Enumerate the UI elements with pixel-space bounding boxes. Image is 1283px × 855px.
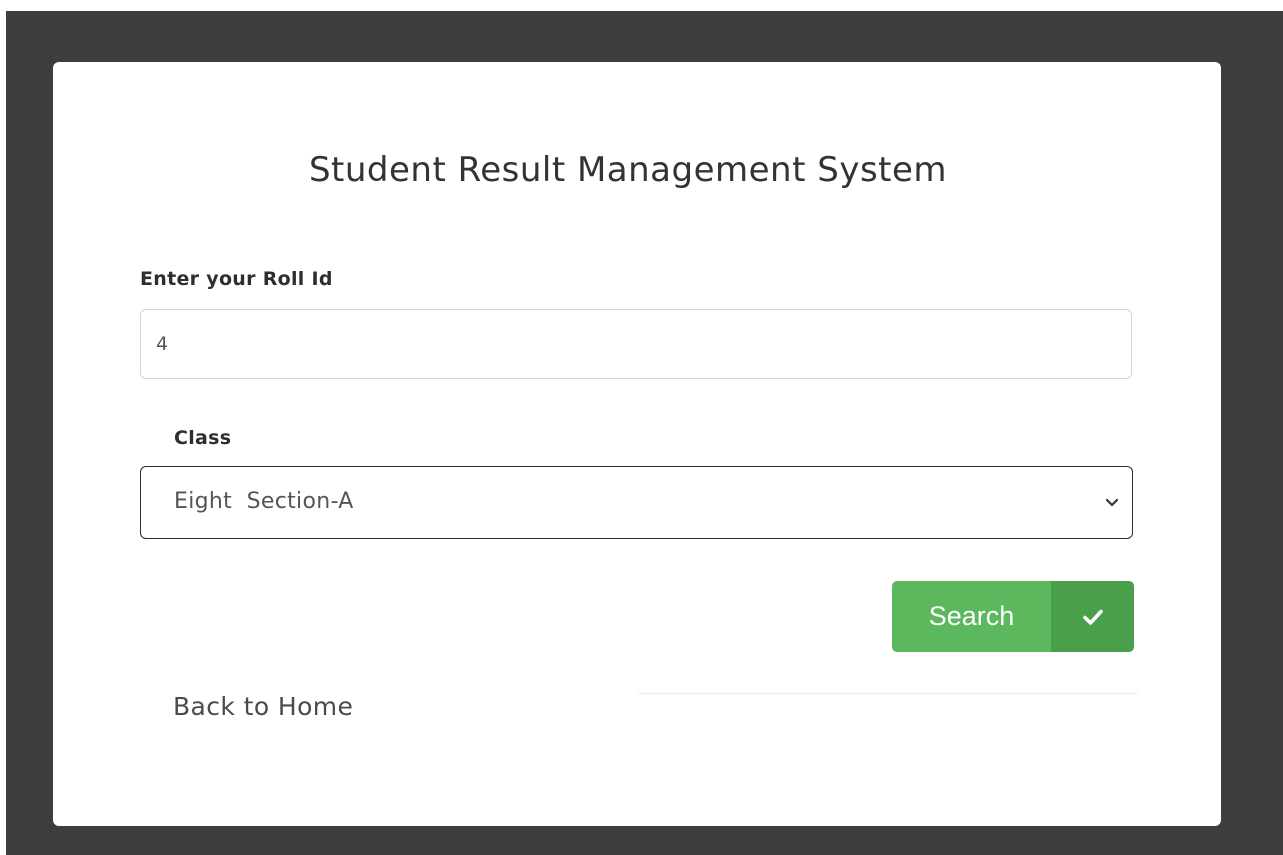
result-search-card: Student Result Management System Enter y… <box>53 62 1221 826</box>
check-icon <box>1051 581 1134 652</box>
chevron-down-icon <box>1105 498 1119 507</box>
search-button-label: Search <box>892 581 1051 652</box>
back-to-home-link[interactable]: Back to Home <box>173 692 353 721</box>
page-title: Student Result Management System <box>308 150 948 190</box>
class-selected-value: Eight Section-A <box>174 489 354 514</box>
class-select[interactable]: Eight Section-A <box>140 466 1133 539</box>
divider <box>638 693 1138 694</box>
roll-id-input[interactable] <box>140 309 1132 379</box>
roll-id-label: Enter your Roll Id <box>140 268 333 290</box>
class-label: Class <box>174 427 232 449</box>
search-button[interactable]: Search <box>892 581 1134 652</box>
